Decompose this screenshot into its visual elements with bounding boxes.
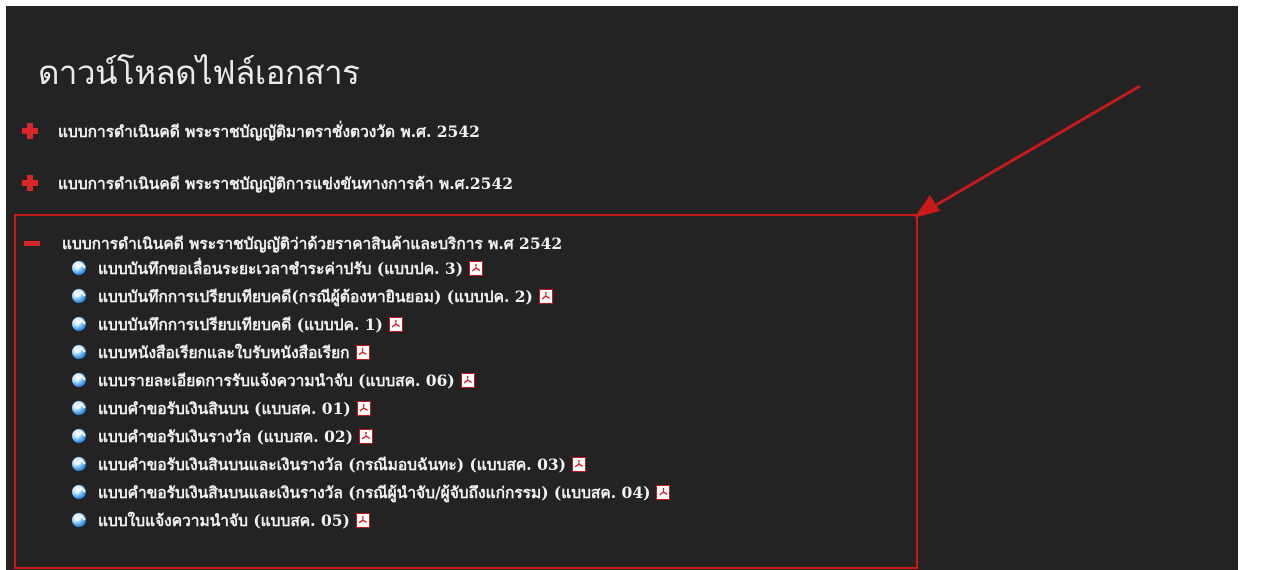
page-title: ดาวน์โหลดไฟล์เอกสาร: [38, 53, 360, 92]
category-label: แบบการดำเนินคดี พระราชบัญญัติมาตราชั่งตว…: [58, 121, 480, 141]
expand-plus-icon[interactable]: [22, 175, 38, 191]
expanded-category-section: แบบการดำเนินคดี พระราชบัญญัติว่าด้วยราคา…: [14, 214, 918, 569]
category-label: แบบการดำเนินคดี พระราชบัญญัติการแข่งขันท…: [58, 173, 514, 193]
expand-plus-icon[interactable]: [22, 123, 38, 139]
content-panel: ดาวน์โหลดไฟล์เอกสาร แบบการดำเนินคดี พระร…: [6, 6, 1238, 570]
category-measures-act[interactable]: แบบการดำเนินคดี พระราชบัญญัติมาตราชั่งตว…: [18, 118, 480, 144]
highlight-box: [14, 214, 918, 569]
category-trade-competition-act[interactable]: แบบการดำเนินคดี พระราชบัญญัติการแข่งขันท…: [18, 170, 513, 196]
